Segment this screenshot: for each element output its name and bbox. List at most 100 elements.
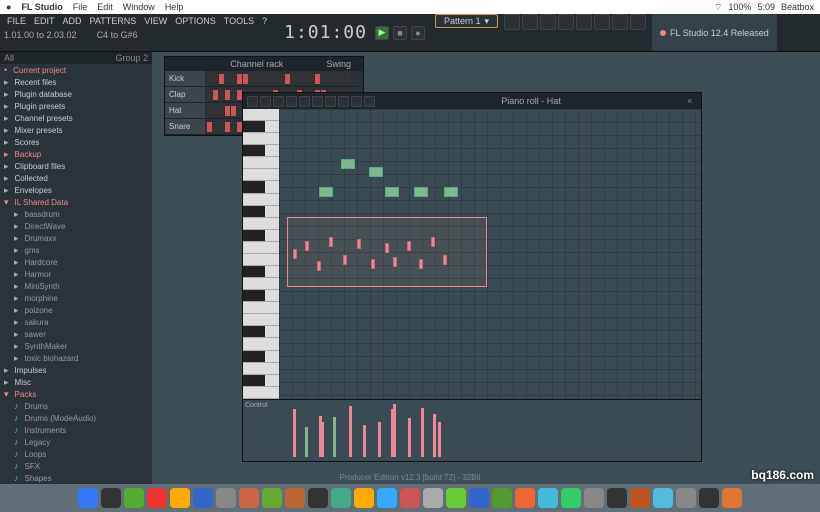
velocity-bar[interactable] [305,427,308,457]
browser-item[interactable]: ▸DirectWave [0,220,152,232]
step[interactable] [333,74,338,84]
dock-app-icon[interactable] [170,488,190,508]
tempo-button[interactable] [594,14,610,30]
piano-key[interactable] [243,230,279,242]
note[interactable] [319,187,333,197]
browser-item[interactable]: ♪Instruments [0,424,152,436]
piano-key[interactable] [243,254,279,266]
browser-item[interactable]: ▸Envelopes [0,184,152,196]
step[interactable] [207,74,212,84]
velocity-bar[interactable] [378,422,381,457]
velocity-bar[interactable] [408,418,411,457]
note[interactable] [293,249,297,259]
dock-app-icon[interactable] [377,488,397,508]
dock-app-icon[interactable] [492,488,512,508]
velocity-panel[interactable]: Control [243,399,701,461]
select-tool[interactable] [312,96,323,107]
dock-app-icon[interactable] [400,488,420,508]
step[interactable] [279,74,284,84]
fl-menu-options[interactable]: OPTIONS [172,16,219,26]
velocity-bar[interactable] [321,422,324,457]
piano-key[interactable] [243,266,279,278]
step[interactable] [249,74,254,84]
dock-app-icon[interactable] [722,488,742,508]
step[interactable] [219,106,224,116]
velocity-bar[interactable] [349,406,352,457]
fl-menu-patterns[interactable]: PATTERNS [87,16,140,26]
browser-item[interactable]: ▸Hardcore [0,256,152,268]
step[interactable] [309,74,314,84]
fl-menu-help[interactable]: ? [259,16,270,26]
dock-app-icon[interactable] [239,488,259,508]
step[interactable] [339,74,344,84]
dock-app-icon[interactable] [308,488,328,508]
browser-tabs[interactable]: All Group 2 [0,52,152,64]
browser-item[interactable]: ▸SynthMaker [0,340,152,352]
velocity-bar[interactable] [433,414,436,457]
velocity-bar[interactable] [393,404,396,457]
dock-app-icon[interactable] [515,488,535,508]
channel-label[interactable]: Snare [165,119,205,134]
channel-row[interactable]: Kick [165,71,363,87]
browser-item[interactable]: ▸Collected [0,172,152,184]
piano-key[interactable] [243,302,279,314]
piano-roll-window[interactable]: Piano roll - Hat × C5 C4 [242,92,702,462]
note[interactable] [431,237,435,247]
stop-button[interactable]: ■ [393,26,407,40]
step[interactable] [261,74,266,84]
note[interactable] [369,167,383,177]
piano-key[interactable] [243,387,279,399]
step[interactable] [207,122,212,132]
piano-key[interactable] [243,133,279,145]
dock-app-icon[interactable] [699,488,719,508]
velocity-bar[interactable] [363,425,366,457]
channel-label[interactable]: Hat [165,103,205,118]
note[interactable] [385,243,389,253]
speaker-icon[interactable] [364,96,375,107]
piano-key[interactable] [243,169,279,181]
step[interactable] [315,74,320,84]
fl-menu-view[interactable]: VIEW [141,16,170,26]
piano-roll-button[interactable] [522,14,538,30]
zoom-tool[interactable] [325,96,336,107]
note[interactable] [317,261,321,271]
browser-item[interactable]: ▾IL Shared Data [0,196,152,208]
piano-key[interactable] [243,242,279,254]
velocity-bar[interactable] [333,417,336,457]
browser-item[interactable]: ▸Backup [0,148,152,160]
step[interactable] [225,122,230,132]
piano-key[interactable] [243,121,279,133]
browser-item[interactable]: ▸Scores [0,136,152,148]
browser-item[interactable]: ▸Plugin database [0,88,152,100]
dock-app-icon[interactable] [446,488,466,508]
dock-app-icon[interactable] [469,488,489,508]
browser-item[interactable]: ▸poizone [0,304,152,316]
step[interactable] [219,122,224,132]
step[interactable] [237,74,242,84]
fl-menu-file[interactable]: FILE [4,16,29,26]
note[interactable] [393,257,397,267]
note[interactable] [444,187,458,197]
step[interactable] [273,74,278,84]
dock-app-icon[interactable] [653,488,673,508]
piano-key[interactable] [243,109,279,121]
dock-app-icon[interactable] [423,488,443,508]
close-icon[interactable]: × [687,96,697,106]
dock-app-icon[interactable] [331,488,351,508]
step[interactable] [345,74,350,84]
browser-item[interactable]: ▸gms [0,244,152,256]
browser-item[interactable]: ▸MiniSynth [0,280,152,292]
velocity-bar[interactable] [293,409,296,457]
step[interactable] [213,106,218,116]
mute-tool[interactable] [286,96,297,107]
step[interactable] [327,74,332,84]
render-button[interactable] [630,14,646,30]
save-button[interactable] [612,14,628,30]
dock-app-icon[interactable] [216,488,236,508]
mixer-button[interactable] [558,14,574,30]
dock-app-icon[interactable] [262,488,282,508]
step[interactable] [297,74,302,84]
browser-item[interactable]: ♪Legacy [0,436,152,448]
dock-app-icon[interactable] [193,488,213,508]
apple-icon[interactable]: ● [6,2,11,12]
